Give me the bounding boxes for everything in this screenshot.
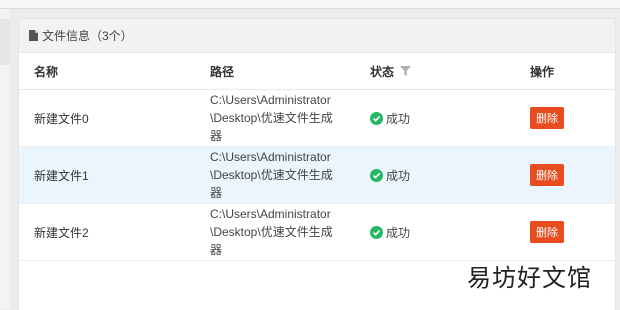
cell-path: C:\Users\Administrator\Desktop\优速文件生成器 bbox=[210, 146, 370, 204]
cell-action: 删除 bbox=[530, 146, 615, 204]
header-status: 状态 bbox=[370, 53, 530, 90]
file-icon bbox=[29, 30, 38, 41]
filter-icon[interactable] bbox=[400, 65, 412, 79]
cell-action: 删除 bbox=[530, 89, 615, 147]
cell-status: 成功 bbox=[370, 146, 530, 204]
file-table: 名称 路径 状态 操作 新建文件0 C:\Users\Administrator… bbox=[19, 53, 615, 261]
cell-status: 成功 bbox=[370, 89, 530, 147]
panel-header: 文件信息（3个） bbox=[19, 19, 615, 53]
path-text: C:\Users\Administrator\Desktop\优速文件生成器 bbox=[210, 207, 333, 257]
top-bar bbox=[0, 0, 620, 9]
table-row[interactable]: 新建文件2 C:\Users\Administrator\Desktop\优速文… bbox=[19, 203, 615, 261]
path-text: C:\Users\Administrator\Desktop\优速文件生成器 bbox=[210, 150, 333, 200]
check-circle-icon bbox=[370, 168, 383, 182]
cell-path: C:\Users\Administrator\Desktop\优速文件生成器 bbox=[210, 203, 370, 261]
cell-name: 新建文件1 bbox=[19, 146, 210, 204]
delete-button[interactable]: 删除 bbox=[530, 221, 564, 243]
status-badge: 成功 bbox=[370, 167, 410, 184]
delete-button[interactable]: 删除 bbox=[530, 164, 564, 186]
header-name: 名称 bbox=[19, 53, 210, 90]
sidebar-active-band bbox=[0, 19, 10, 65]
delete-button[interactable]: 删除 bbox=[530, 107, 564, 129]
cell-name: 新建文件2 bbox=[19, 203, 210, 261]
check-circle-icon bbox=[370, 111, 383, 125]
status-text: 成功 bbox=[386, 168, 411, 183]
panel-title: 文件信息（3个） bbox=[42, 29, 133, 43]
status-text: 成功 bbox=[386, 225, 411, 240]
status-text: 成功 bbox=[386, 111, 411, 126]
cell-action: 删除 bbox=[530, 203, 615, 261]
cell-path: C:\Users\Administrator\Desktop\优速文件生成器 bbox=[210, 89, 370, 147]
watermark-text: 易坊好文馆 bbox=[467, 264, 592, 292]
cell-status: 成功 bbox=[370, 203, 530, 261]
header-status-label: 状态 bbox=[370, 64, 395, 79]
header-action: 操作 bbox=[530, 53, 615, 90]
table-header-row: 名称 路径 状态 操作 bbox=[19, 53, 615, 90]
left-sidebar bbox=[0, 9, 10, 309]
table-row[interactable]: 新建文件0 C:\Users\Administrator\Desktop\优速文… bbox=[19, 89, 615, 147]
cell-name: 新建文件0 bbox=[19, 89, 210, 147]
check-circle-icon bbox=[370, 225, 383, 239]
status-badge: 成功 bbox=[370, 110, 410, 127]
status-badge: 成功 bbox=[370, 224, 410, 241]
path-text: C:\Users\Administrator\Desktop\优速文件生成器 bbox=[210, 93, 333, 143]
header-path: 路径 bbox=[210, 53, 370, 90]
table-row[interactable]: 新建文件1 C:\Users\Administrator\Desktop\优速文… bbox=[19, 146, 615, 204]
